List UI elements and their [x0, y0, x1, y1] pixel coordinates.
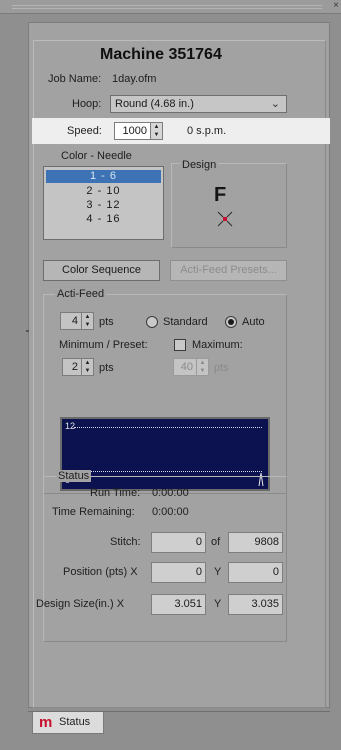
list-item[interactable]: 2 - 10 [46, 185, 161, 198]
hoop-select-value: Round (4.68 in.) [115, 98, 194, 110]
standard-radio[interactable] [146, 316, 158, 328]
color-needle-title: Color - Needle [61, 150, 132, 162]
stitch-value: 0 [151, 532, 206, 553]
run-time-value: 0:00:00 [152, 487, 189, 499]
position-label: Position (pts) X [63, 566, 138, 578]
time-remaining-value: 0:00:00 [152, 506, 189, 518]
min-preset-unit: pts [99, 362, 114, 374]
run-time-label: Run Time: [90, 487, 141, 499]
stitch-of-label: of [211, 536, 221, 548]
tab-status-label: Status [59, 716, 91, 728]
list-item[interactable]: 4 - 16 [46, 213, 161, 226]
standard-radio-label: Standard [163, 316, 208, 328]
stitch-label: Stitch: [110, 536, 141, 548]
page-title: Machine 351764 [100, 46, 222, 63]
color-sequence-button[interactable]: Color Sequence [43, 260, 160, 281]
close-icon[interactable]: × [333, 0, 339, 11]
position-x-value: 0 [151, 562, 206, 583]
design-size-x-value: 3.051 [151, 594, 206, 615]
acti-feed-title: Acti-Feed [55, 288, 107, 300]
hoop-label: Hoop: [72, 98, 102, 110]
speed-input[interactable]: 1000 [114, 122, 151, 140]
maximum-label: Maximum: [192, 339, 243, 351]
maximum-stepper[interactable]: ▲ ▼ [197, 358, 209, 376]
panel-grip[interactable] [12, 5, 322, 9]
speed-label: Speed: [67, 125, 102, 137]
stitch-total: 9808 [228, 532, 283, 553]
job-name-value: 1day.ofm [112, 73, 157, 85]
auto-radio[interactable] [225, 316, 237, 328]
acti-feed-unit: pts [99, 316, 114, 328]
time-remaining-label: Time Remaining: [52, 506, 135, 518]
design-size-label: Design Size(in.) X [36, 598, 125, 610]
color-needle-list[interactable]: 1 - 6 2 - 10 3 - 12 4 - 16 [43, 166, 164, 240]
design-title: Design [180, 159, 219, 171]
needle-point-icon [217, 211, 233, 227]
maximum-input[interactable]: 40 [173, 358, 197, 376]
app-logo-icon: m [39, 714, 53, 731]
acti-feed-presets-button[interactable]: Acti-Feed Presets... [170, 260, 287, 281]
status-title: Status [56, 470, 92, 482]
hoop-select[interactable]: Round (4.68 in.) ⌄ [110, 95, 287, 113]
job-name-label: Job Name: [48, 73, 102, 85]
min-preset-label: Minimum / Preset: [59, 339, 148, 351]
list-item[interactable]: 3 - 12 [46, 199, 161, 212]
tab-status[interactable]: m Status [32, 712, 104, 734]
min-preset-input[interactable]: 2 [62, 358, 82, 376]
design-letter: F [214, 184, 227, 206]
acti-feed-stepper[interactable]: ▲ ▼ [82, 312, 94, 330]
splitter-handle[interactable] [26, 330, 29, 332]
acti-feed-input[interactable]: 4 [60, 312, 82, 330]
design-size-y-label: Y [214, 598, 222, 610]
speed-stepper[interactable]: ▲ ▼ [151, 122, 163, 140]
maximum-unit: pts [214, 362, 229, 374]
auto-radio-label: Auto [242, 316, 265, 328]
speed-readout: 0 s.p.m. [187, 125, 227, 137]
min-preset-stepper[interactable]: ▲ ▼ [82, 358, 94, 376]
maximum-checkbox[interactable] [174, 339, 186, 351]
design-group [171, 163, 287, 248]
design-size-y-value: 3.035 [228, 594, 283, 615]
chevron-down-icon: ⌄ [270, 98, 280, 110]
status-group [43, 476, 287, 642]
position-y-label: Y [214, 566, 222, 578]
list-item-selected[interactable]: 1 - 6 [46, 170, 161, 183]
position-y-value: 0 [228, 562, 283, 583]
